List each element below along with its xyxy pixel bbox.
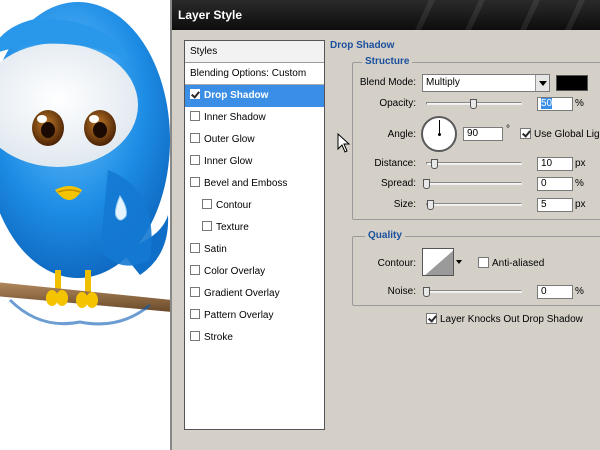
dialog-title: Layer Style: [178, 8, 243, 22]
structure-legend: Structure: [362, 56, 413, 67]
spread-label: Spread:: [380, 178, 416, 189]
pattern-overlay-checkbox[interactable]: [190, 309, 200, 319]
gradient-overlay-checkbox[interactable]: [190, 287, 200, 297]
style-item-drop-shadow[interactable]: Drop Shadow: [185, 85, 324, 107]
noise-label: Noise:: [387, 286, 416, 297]
use-global-light-checkbox[interactable]: [520, 128, 531, 139]
style-item-label: Pattern Overlay: [204, 310, 274, 321]
spread-slider-thumb[interactable]: [423, 179, 430, 189]
texture-checkbox[interactable]: [202, 221, 212, 231]
style-item-label: Styles: [190, 46, 218, 57]
color-overlay-checkbox[interactable]: [190, 265, 200, 275]
size-unit: px: [575, 199, 586, 210]
distance-input[interactable]: 10: [537, 157, 573, 171]
section-title: Drop Shadow: [330, 40, 395, 51]
bevel-and-emboss-checkbox[interactable]: [190, 177, 200, 187]
blend-mode-value: Multiply: [426, 77, 460, 88]
layer-style-dialog: Layer Style Styles Blending Options: Cust…: [170, 0, 600, 450]
style-item-pattern-overlay[interactable]: Pattern Overlay: [185, 305, 324, 327]
contour-picker[interactable]: [422, 248, 454, 276]
style-item-label: Satin: [204, 244, 227, 255]
opacity-label: Opacity:: [379, 98, 416, 109]
style-item-label: Inner Glow: [204, 156, 253, 167]
contour-dropdown-icon[interactable]: [455, 248, 463, 276]
distance-slider-thumb[interactable]: [431, 159, 438, 169]
use-global-light-label: Use Global Light: [534, 129, 600, 140]
bird-illustration: [0, 0, 172, 450]
noise-slider[interactable]: [426, 290, 522, 293]
style-item-blending-options-custom[interactable]: Blending Options: Custom: [185, 63, 324, 85]
angle-input[interactable]: 90: [463, 127, 503, 141]
style-item-label: Color Overlay: [204, 266, 266, 277]
title-bar[interactable]: Layer Style: [172, 0, 600, 30]
style-item-contour[interactable]: Contour: [185, 195, 324, 217]
angle-dial[interactable]: [421, 116, 457, 152]
style-item-stroke[interactable]: Stroke: [185, 327, 324, 349]
blend-mode-label: Blend Mode:: [359, 77, 416, 88]
style-item-label: Texture: [216, 222, 249, 233]
style-item-label: Outer Glow: [204, 134, 255, 145]
knockout-checkbox[interactable]: [426, 313, 437, 324]
drop-shadow-checkbox[interactable]: [190, 89, 200, 99]
style-item-label: Gradient Overlay: [204, 288, 280, 299]
opacity-unit: %: [575, 98, 584, 109]
style-item-satin[interactable]: Satin: [185, 239, 324, 261]
distance-unit: px: [575, 158, 586, 169]
angle-unit: °: [506, 124, 510, 135]
style-item-label: Stroke: [204, 332, 233, 343]
style-item-label: Inner Shadow: [204, 112, 266, 123]
outer-glow-checkbox[interactable]: [190, 133, 200, 143]
spread-unit: %: [575, 178, 584, 189]
inner-shadow-checkbox[interactable]: [190, 111, 200, 121]
style-item-label: Bevel and Emboss: [204, 178, 288, 189]
contour-label: Contour:: [377, 258, 416, 269]
style-item-outer-glow[interactable]: Outer Glow: [185, 129, 324, 151]
size-input[interactable]: 5: [537, 198, 573, 212]
distance-slider[interactable]: [426, 162, 522, 165]
spread-slider[interactable]: [426, 182, 522, 185]
noise-unit: %: [575, 286, 584, 297]
stroke-checkbox[interactable]: [190, 331, 200, 341]
style-item-styles: Styles: [185, 41, 324, 63]
style-item-color-overlay[interactable]: Color Overlay: [185, 261, 324, 283]
style-item-label: Blending Options: Custom: [190, 68, 307, 79]
style-item-inner-glow[interactable]: Inner Glow: [185, 151, 324, 173]
size-slider-thumb[interactable]: [427, 200, 434, 210]
size-slider[interactable]: [426, 203, 522, 206]
shadow-color-swatch[interactable]: [556, 75, 588, 91]
noise-slider-thumb[interactable]: [423, 287, 430, 297]
style-item-label: Contour: [216, 200, 252, 211]
anti-aliased-checkbox[interactable]: [478, 257, 489, 268]
style-item-texture[interactable]: Texture: [185, 217, 324, 239]
style-item-inner-shadow[interactable]: Inner Shadow: [185, 107, 324, 129]
angle-label: Angle:: [387, 129, 416, 140]
knockout-label: Layer Knocks Out Drop Shadow: [440, 314, 583, 325]
quality-legend: Quality: [365, 230, 405, 241]
size-label: Size:: [393, 199, 416, 210]
style-item-gradient-overlay[interactable]: Gradient Overlay: [185, 283, 324, 305]
mouse-cursor-icon: [337, 133, 351, 153]
spread-input[interactable]: 0: [537, 177, 573, 191]
blend-mode-select[interactable]: Multiply: [422, 74, 550, 92]
chevron-down-icon[interactable]: [535, 75, 549, 91]
opacity-slider-thumb[interactable]: [470, 99, 477, 109]
style-item-label: Drop Shadow: [204, 90, 269, 101]
inner-glow-checkbox[interactable]: [190, 155, 200, 165]
contour-checkbox[interactable]: [202, 199, 212, 209]
noise-input[interactable]: 0: [537, 285, 573, 299]
satin-checkbox[interactable]: [190, 243, 200, 253]
style-item-bevel-and-emboss[interactable]: Bevel and Emboss: [185, 173, 324, 195]
styles-list: Styles Blending Options: Custom Drop Shado…: [184, 40, 325, 430]
distance-label: Distance:: [374, 158, 416, 169]
opacity-input[interactable]: 50: [537, 97, 573, 111]
bird-icon: [0, 2, 172, 326]
anti-aliased-label: Anti-aliased: [492, 258, 545, 269]
